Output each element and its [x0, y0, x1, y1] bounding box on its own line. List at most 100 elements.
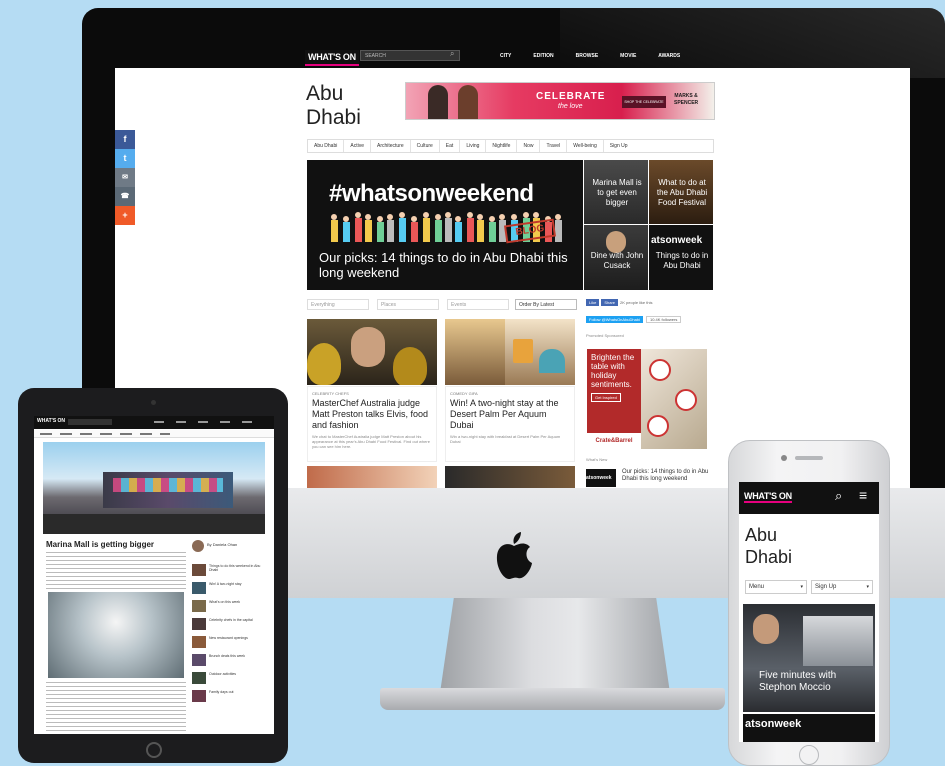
phone-header: WHAT'S ON ⌕ ≡ [739, 482, 879, 514]
tile-john-cusack[interactable]: Dine with John Cusack [584, 225, 648, 290]
tablet-menu-items [40, 433, 170, 435]
side-ad-button[interactable]: Get Inspired [591, 393, 621, 402]
iphone-speaker [795, 456, 823, 460]
side-ad[interactable]: Brighten the table with holiday sentimen… [587, 349, 707, 449]
ad-script: the love [558, 103, 583, 110]
card-matt-preston[interactable]: CELEBRITY CHEFS MasterChef Australia jud… [307, 386, 437, 462]
phone-feature-card[interactable]: Five minutes with Stephon Moccio [743, 604, 875, 712]
tile-things-to-do[interactable]: atsonweek Things to do in Abu Dhabi [649, 225, 713, 290]
phone-menu-select[interactable]: Menu ▾ [745, 580, 807, 594]
card-image-matt-preston[interactable] [307, 319, 437, 385]
tablet-article-body-2 [46, 682, 186, 732]
site-logo[interactable]: WHAT'S ON [305, 47, 359, 66]
card-desert-palm[interactable]: COMEDY GIFA Win! A two-night stay at the… [445, 386, 575, 462]
list-item[interactable]: Outdoor activities [192, 672, 270, 684]
menu-item-active[interactable]: Active [344, 140, 371, 152]
tile-marina-mall[interactable]: Marina Mall is to get even bigger [584, 160, 648, 224]
phone-feature-caption: Five minutes with Stephon Moccio [759, 670, 837, 693]
filter-places[interactable]: Places [377, 299, 439, 310]
nav-item-edition[interactable]: EDITION [533, 53, 553, 59]
tablet-logo[interactable]: WHAT'S ON [37, 418, 65, 424]
tablet-menu[interactable] [34, 430, 274, 438]
search-input[interactable]: SEARCH [360, 50, 460, 61]
room-lamp [513, 339, 533, 363]
list-item[interactable]: New restaurant openings [192, 636, 270, 648]
tablet-article-title: Marina Mall is getting bigger [46, 540, 155, 549]
list-item[interactable]: Win! A two-night stay [192, 582, 270, 594]
plate-3 [647, 415, 669, 437]
phone-signup-select[interactable]: Sign Up ▾ [811, 580, 873, 594]
facebook-widget: Like Share 2K people like this [586, 299, 653, 306]
more-share-button[interactable]: + [115, 206, 135, 225]
nav-item-movie[interactable]: MOVIE [620, 53, 636, 59]
nav-item-browse[interactable]: BROWSE [576, 53, 599, 59]
room-wall [445, 319, 505, 385]
tile-food-festival[interactable]: What to do at the Abu Dhabi Food Festiva… [649, 160, 713, 224]
menu-item-abu-dhabi[interactable]: Abu Dhabi [308, 140, 345, 152]
page-title: Abu Dhabi [306, 82, 361, 129]
menu-item-now[interactable]: Now [517, 140, 541, 152]
list-item[interactable]: Celebrity chefs in the capital [192, 618, 270, 630]
menu-item-culture[interactable]: Culture [411, 140, 440, 152]
followers-count: 10.4K followers [645, 316, 682, 323]
facebook-share-button[interactable]: f [115, 130, 135, 149]
list-item[interactable]: Brunch deals this week [192, 654, 270, 666]
email-share-button[interactable]: ✉ [115, 168, 135, 187]
iphone-camera [781, 455, 787, 461]
ipad-screen: WHAT'S ON Marina Mall is getting bigger … [34, 416, 274, 734]
list-item[interactable]: Family days out [192, 690, 270, 702]
like-button[interactable]: Like [586, 299, 600, 306]
tablet-nav[interactable] [154, 421, 264, 423]
whats-new-label: What's New [586, 457, 608, 462]
road [43, 514, 265, 534]
menu-item-eat[interactable]: Eat [440, 140, 461, 152]
whats-new-thumb[interactable]: atsonweek [586, 469, 616, 487]
tablet-article-body [46, 552, 186, 592]
order-select[interactable]: Order By Latest [515, 299, 577, 310]
whatsapp-share-button[interactable]: ☎ [115, 187, 135, 206]
menu-item-well-being[interactable]: Well-being [567, 140, 604, 152]
search-icon[interactable]: ⌕ [450, 49, 454, 59]
room-chair [539, 349, 565, 373]
card-image-more-2[interactable] [445, 466, 575, 488]
ad-headline: CELEBRATE [536, 91, 606, 102]
menu-item-sign-up[interactable]: Sign Up [604, 140, 634, 152]
whats-new-item[interactable]: Our picks: 14 things to do in Abu Dhabi … [622, 469, 714, 483]
tablet-search-input[interactable] [68, 419, 112, 425]
phone-next-card[interactable]: atsonweek [743, 714, 875, 742]
author-avatar [192, 540, 204, 552]
tile-portrait [606, 231, 626, 253]
menu-item-living[interactable]: Living [460, 140, 487, 152]
tablet-header: WHAT'S ON [34, 416, 274, 429]
banner-ad[interactable]: CELEBRATE the love SHOP THE CELEBRATE MA… [405, 82, 715, 120]
chevron-down-icon: ▾ [866, 584, 869, 590]
nav-item-city[interactable]: CITY [500, 53, 511, 59]
twitter-share-button[interactable]: t [115, 149, 135, 168]
like-count: 2K people like this [620, 300, 653, 305]
filter-events[interactable]: Events [447, 299, 509, 310]
pineapple-left [307, 343, 341, 385]
menu-item-architecture[interactable]: Architecture [371, 140, 411, 152]
side-ad-text: Brighten the table with holiday sentimen… [591, 353, 635, 389]
share-button[interactable]: Share [601, 299, 619, 306]
iphone-home-button[interactable] [799, 745, 819, 765]
menu-item-travel[interactable]: Travel [540, 140, 568, 152]
card-image-more-1[interactable] [307, 466, 437, 488]
ipad-home-button[interactable] [146, 742, 162, 758]
side-ad-brand: Crate&Barrel [587, 433, 641, 449]
list-item[interactable]: What's on this week [192, 600, 270, 612]
menu-item-nightlife[interactable]: Nightlife [486, 140, 518, 152]
hero-feature[interactable]: #whatsonweekend BLOG Our picks: 14 thing… [307, 160, 583, 290]
list-item[interactable]: Things to do this weekend in Abu Dhabi [192, 564, 270, 576]
plate-2 [675, 389, 697, 411]
tablet-author: By Daniela Ohan [207, 542, 238, 547]
follow-button[interactable]: Follow @WhatsOnAbuDhabi [586, 316, 643, 323]
ad-model-1 [428, 85, 448, 119]
card-image-desert-palm[interactable] [445, 319, 575, 385]
ad-shop-button[interactable]: SHOP THE CELEBRATE [622, 96, 666, 108]
nav-item-awards[interactable]: AWARDS [658, 53, 680, 59]
phone-search-icon[interactable]: ⌕ [835, 488, 842, 504]
filter-everything[interactable]: Everything [307, 299, 369, 310]
hamburger-menu-icon[interactable]: ≡ [859, 487, 867, 503]
phone-logo[interactable]: WHAT'S ON [744, 491, 792, 503]
